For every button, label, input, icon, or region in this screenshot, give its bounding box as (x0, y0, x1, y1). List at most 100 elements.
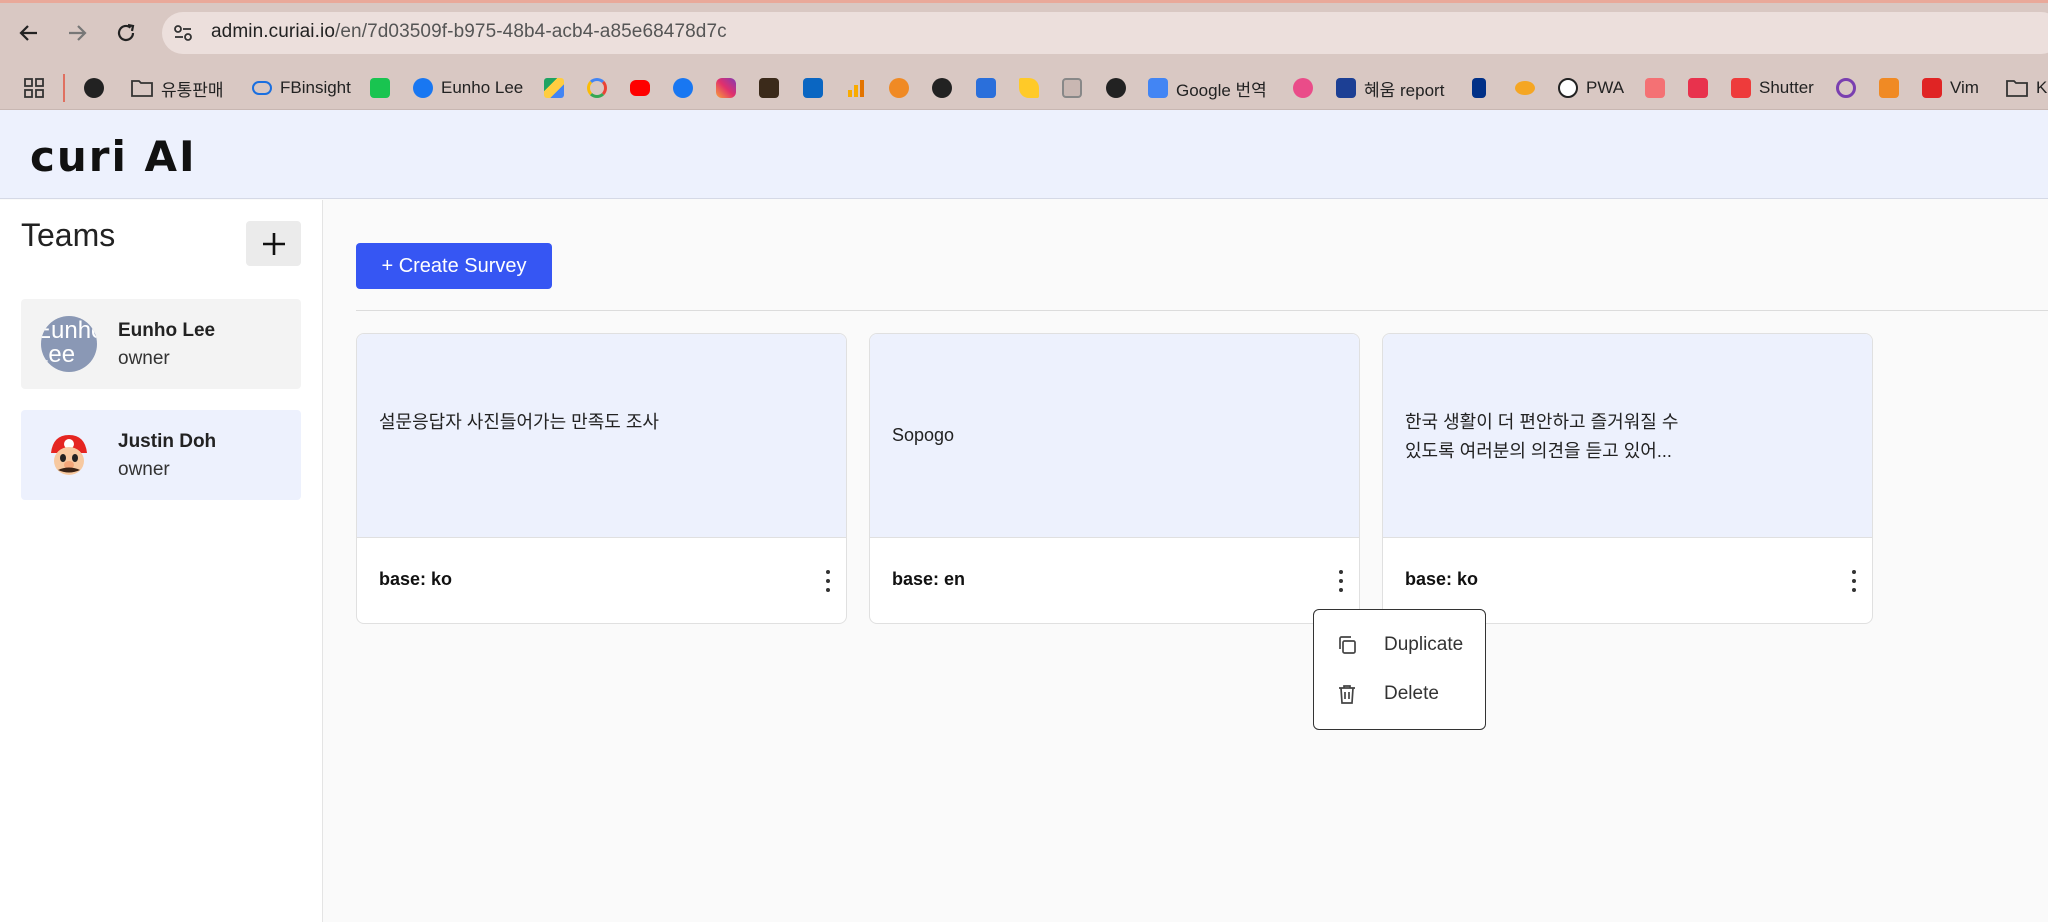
arrow-right-icon (69, 25, 87, 41)
bookmark-ext[interactable] (759, 76, 779, 100)
dot (1852, 570, 1856, 574)
url-path: /en/7d03509f-b975-48b4-acb4-a85e68478d7c (335, 21, 727, 42)
instagram-icon (716, 78, 736, 98)
team-role: owner (118, 348, 170, 369)
duplicate-menu-item[interactable]: Duplicate (1314, 625, 1485, 665)
bookmark-pie[interactable] (1515, 76, 1535, 100)
app-header: curi AI (0, 110, 2048, 199)
dot (1852, 579, 1856, 583)
linkedin-icon (803, 78, 823, 98)
bookmark-translate[interactable]: Google 번역 (1148, 76, 1267, 100)
ck-icon (1688, 78, 1708, 98)
bookmark-instagram[interactable] (716, 76, 736, 100)
bookmark-google[interactable] (587, 76, 607, 100)
survey-title: 한국 생활이 더 편안하고 즐거워질 수 있도록 여러분의 의견을 듣고 있어.… (1405, 412, 1679, 461)
avatar-initials: Eunho Lee (41, 317, 97, 368)
tab-strip-edge (0, 0, 2048, 3)
survey-base-language: base: ko (379, 569, 453, 589)
app-logo[interactable]: curi AI (30, 132, 197, 181)
teams-sidebar: Teams Eunho Lee Eunho Lee owner Justin D… (0, 200, 323, 922)
s-icon (1645, 78, 1665, 98)
bookmark-folder[interactable]: 유통판매 (131, 76, 224, 100)
survey-card-header[interactable]: 한국 생활이 더 편안하고 즐거워질 수 있도록 여러분의 의견을 듣고 있어.… (1383, 334, 1872, 538)
survey-context-menu: Duplicate Delete (1313, 609, 1486, 730)
bookmark-label: Shutter (1759, 78, 1814, 97)
youtube-icon (630, 80, 650, 96)
bookmark-fbinsight[interactable]: FBinsight (252, 76, 351, 100)
bookmark-shutter[interactable]: Shutter (1731, 76, 1814, 100)
survey-more-button[interactable] (1843, 568, 1865, 594)
bookmark-orange[interactable] (889, 76, 909, 100)
reload-icon (117, 23, 135, 42)
bookmark-linkedin[interactable] (803, 76, 823, 100)
trash-icon (1339, 685, 1355, 704)
create-survey-button[interactable]: + Create Survey (356, 243, 552, 289)
drive-icon (544, 78, 564, 98)
bookmarks-bar: 유통판매 FBinsight Eunho Lee Google 번역 혜움 re… (0, 66, 2048, 110)
duplicate-label: Duplicate (1384, 634, 1464, 655)
bookmark-vim[interactable]: Vim (1922, 76, 1979, 100)
orange-icon (889, 78, 909, 98)
bookmark-github[interactable] (84, 76, 104, 100)
team-item-justin-doh[interactable]: Justin Doh owner (21, 410, 301, 500)
bookmark-label: PWA (1586, 78, 1625, 97)
google-icon (587, 78, 607, 98)
bookmark-paypal[interactable] (1472, 76, 1486, 100)
survey-card[interactable]: 한국 생활이 더 편안하고 즐거워질 수 있도록 여러분의 의견을 듣고 있어.… (1382, 333, 1873, 624)
bookmark-label: Vim (1950, 78, 1979, 97)
survey-card-header[interactable]: 설문응답자 사진들어가는 만족도 조사 (357, 334, 846, 538)
bookmark-box[interactable] (1879, 76, 1899, 100)
content-divider (356, 310, 2048, 311)
add-team-button[interactable] (246, 221, 301, 266)
dot (1339, 579, 1343, 583)
bookmark-peace[interactable] (1836, 76, 1856, 100)
dot (826, 579, 830, 583)
firebase-icon (1019, 78, 1039, 98)
avatar: Eunho Lee (41, 316, 97, 372)
bookmark-dribbble[interactable] (1293, 76, 1313, 100)
pwa-icon (1558, 78, 1578, 98)
survey-more-button[interactable] (817, 568, 839, 594)
storage-icon (1062, 78, 1082, 98)
dot (1852, 588, 1856, 592)
bookmark-facebook[interactable] (673, 76, 693, 100)
bookmark-folder-k[interactable]: K (2006, 76, 2047, 100)
survey-card[interactable]: 설문응답자 사진들어가는 만족도 조사 base: ko (356, 333, 847, 624)
survey-more-button[interactable] (1330, 568, 1352, 594)
dot (1339, 588, 1343, 592)
dot (1339, 570, 1343, 574)
delete-menu-item[interactable]: Delete (1314, 674, 1485, 714)
avatar (41, 427, 97, 483)
bookmark-globe[interactable] (932, 76, 952, 100)
back-button[interactable] (14, 18, 44, 48)
bookmark-report[interactable]: 혜움 report (1336, 76, 1444, 100)
bookmark-eunho[interactable]: Eunho Lee (413, 76, 523, 100)
bookmark-firebase[interactable] (1019, 76, 1039, 100)
bookmark-analytics[interactable] (846, 76, 866, 100)
bookmark-separator (63, 74, 65, 102)
bookmark-youtube[interactable] (630, 76, 650, 100)
survey-title: Sopogo (892, 425, 955, 445)
delete-label: Delete (1384, 683, 1439, 704)
survey-title: 설문응답자 사진들어가는 만족도 조사 (379, 412, 659, 432)
bookmark-s[interactable] (1645, 76, 1665, 100)
survey-card[interactable]: Sopogo base: en (869, 333, 1360, 624)
bookmark-pwa[interactable]: PWA (1558, 76, 1624, 100)
mario-avatar-icon (41, 427, 97, 483)
bookmark-storage[interactable] (1062, 76, 1082, 100)
bookmark-github-2[interactable] (1106, 76, 1126, 100)
url-text[interactable]: admin.curiai.io/en/7d03509f-b975-48b4-ac… (211, 21, 727, 43)
bookmark-naver[interactable] (370, 76, 390, 100)
chart-icon (976, 78, 996, 98)
facebook-icon (673, 78, 693, 98)
bookmark-ck[interactable] (1688, 76, 1708, 100)
reload-button[interactable] (111, 18, 141, 48)
site-settings-icon[interactable] (172, 22, 194, 44)
bookmark-drive[interactable] (544, 76, 564, 100)
survey-card-header[interactable]: Sopogo (870, 334, 1359, 538)
forward-button[interactable] (62, 18, 92, 48)
team-item-eunho-lee[interactable]: Eunho Lee Eunho Lee owner (21, 299, 301, 389)
vim-icon (1922, 78, 1942, 98)
bookmark-apps[interactable] (24, 76, 44, 100)
bookmark-chart[interactable] (976, 76, 996, 100)
